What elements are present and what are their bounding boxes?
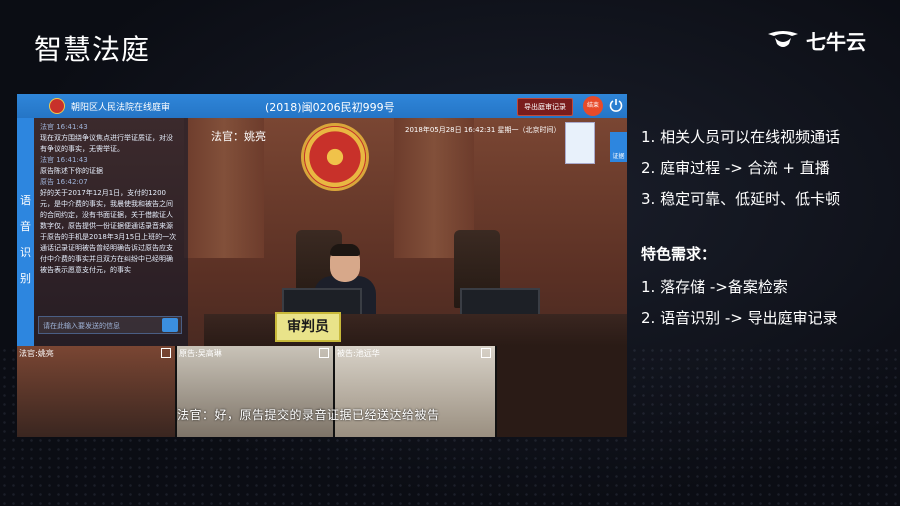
thumbnail-empty: [497, 346, 627, 437]
speech-recognition-tab[interactable]: 语音识别: [17, 118, 34, 346]
national-emblem-icon: [304, 126, 366, 188]
chat-messages: 法官 16:41:43 现在双方围绕争议焦点进行举证质证，对没有争议的事实，无需…: [40, 122, 178, 310]
court-app-screenshot: 朝阳区人民法院在线庭审 (2018)闽0206民初999号 导出庭审记录 结束 …: [17, 94, 627, 437]
brand-logo: 七牛云: [766, 26, 866, 55]
thumbnail-label: 法官:姚亮: [19, 349, 54, 358]
thumbnail-defendant[interactable]: 被告:池远华: [335, 346, 495, 437]
special-item: 2. 语音识别 -> 导出庭审记录: [641, 309, 838, 327]
end-session-button[interactable]: 结束: [583, 96, 603, 116]
thumbnail-strip: 法官:姚亮 原告:吴高琳 被告:池远华: [17, 346, 627, 437]
app-topbar: 朝阳区人民法院在线庭审 (2018)闽0206民初999号 导出庭审记录 结束: [17, 94, 627, 118]
special-item: 1. 落存储 ->备案检索: [641, 278, 788, 296]
timestamp: 2018年05月28日 16:42:31 星期一（北京时间）: [405, 126, 561, 134]
feature-list: 1. 相关人员可以在线视频通话 2. 庭审过程 -> 合流 + 直播 3. 稳定…: [641, 122, 891, 215]
thumbnail-label: 被告:池远华: [337, 349, 380, 358]
chat-input[interactable]: 请在此输入要发送的信息: [38, 316, 182, 334]
thumbnail-judge[interactable]: 法官:姚亮: [17, 346, 175, 437]
chat-meta: 原告 16:42:07: [40, 178, 88, 186]
thumbnail-plaintiff[interactable]: 原告:吴高琳: [177, 346, 333, 437]
chat-meta: 法官 16:41:43: [40, 123, 88, 131]
expand-icon[interactable]: [481, 348, 491, 358]
feature-item: 1. 相关人员可以在线视频通话: [641, 128, 841, 146]
qiniu-logo-icon: [768, 30, 798, 47]
case-number: (2018)闽0206民初999号: [265, 101, 395, 114]
power-icon[interactable]: [609, 98, 623, 112]
brand-name: 七牛云: [806, 30, 866, 54]
send-button[interactable]: [162, 318, 178, 332]
id-card-icon: [565, 122, 595, 164]
chat-meta: 法官 16:41:43: [40, 156, 88, 164]
special-heading: 特色需求：: [641, 245, 717, 263]
slide-title: 智慧法庭: [34, 33, 151, 66]
thumbnail-label: 原告:吴高琳: [179, 349, 222, 358]
judge-bench: [204, 314, 627, 346]
expand-icon[interactable]: [161, 348, 171, 358]
court-name: 朝阳区人民法院在线庭审: [71, 103, 171, 113]
chat-text: 原告陈述下你的证据: [40, 167, 103, 175]
export-record-button[interactable]: 导出庭审记录: [517, 98, 573, 116]
feature-item: 2. 庭审过程 -> 合流 + 直播: [641, 159, 830, 177]
judge-plaque: 审判员: [275, 312, 341, 342]
judge-label: 法官：姚亮: [211, 130, 266, 143]
monitor: [460, 288, 540, 316]
special-list: 1. 落存储 ->备案检索 2. 语音识别 -> 导出庭审记录: [641, 272, 838, 334]
judge-hair: [330, 244, 360, 256]
feature-item: 3. 稳定可靠、低延时、低卡顿: [641, 190, 841, 208]
speech-recognition-label: 语音识别: [20, 194, 31, 285]
chat-text: 现在双方围绕争议焦点进行举证质证，对没有争议的事实，无需举证。: [40, 134, 173, 153]
expand-icon[interactable]: [319, 348, 329, 358]
right-side-tab[interactable]: 证据: [610, 132, 627, 162]
court-emblem-icon: [49, 98, 65, 114]
chat-text: 好的关于2017年12月1日，支付的1200元，是中介费的事实，我晨使我和被告之…: [40, 189, 177, 274]
live-subtitle: 法官：好，原告提交的录音证据已经送达给被告: [177, 408, 440, 422]
chat-panel: 法官 16:41:43 现在双方围绕争议焦点进行举证质证，对没有争议的事实，无需…: [34, 118, 188, 346]
